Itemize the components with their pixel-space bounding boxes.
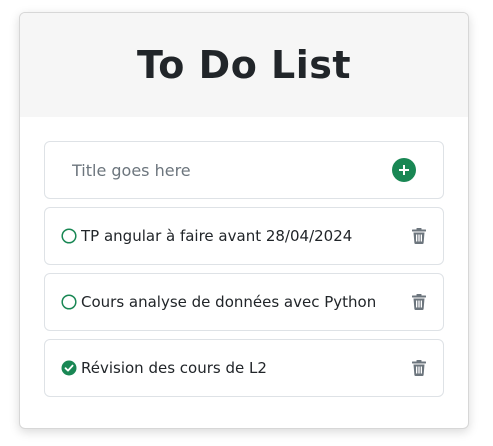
task-item: TP angular à faire avant 28/04/2024: [44, 207, 444, 265]
delete-task-button[interactable]: [411, 359, 427, 377]
check-circle-icon: [61, 360, 77, 376]
task-label: Révision des cours de L2: [81, 359, 267, 377]
circle-outline-icon: [61, 228, 77, 244]
new-task-title-input[interactable]: [72, 160, 392, 180]
task-status-toggle[interactable]: [61, 360, 77, 376]
new-task-row: [44, 141, 444, 199]
delete-task-button[interactable]: [411, 293, 427, 311]
trash-icon: [412, 294, 426, 310]
add-task-button[interactable]: [392, 158, 416, 182]
card-body: TP angular à faire avant 28/04/2024 C: [20, 117, 468, 397]
page-title: To Do List: [136, 43, 352, 87]
delete-task-button[interactable]: [411, 227, 427, 245]
trash-icon: [412, 360, 426, 376]
task-item: Révision des cours de L2: [44, 339, 444, 397]
task-status-toggle[interactable]: [61, 294, 77, 310]
task-label: TP angular à faire avant 28/04/2024: [81, 227, 353, 245]
task-item: Cours analyse de données avec Python: [44, 273, 444, 331]
circle-outline-icon: [61, 294, 77, 310]
plus-icon: [399, 165, 409, 175]
task-label: Cours analyse de données avec Python: [81, 293, 377, 311]
card-header: To Do List: [20, 13, 468, 117]
task-status-toggle[interactable]: [61, 228, 77, 244]
trash-icon: [412, 228, 426, 244]
todo-card: To Do List TP angular à faire avant 28/0…: [19, 12, 469, 429]
